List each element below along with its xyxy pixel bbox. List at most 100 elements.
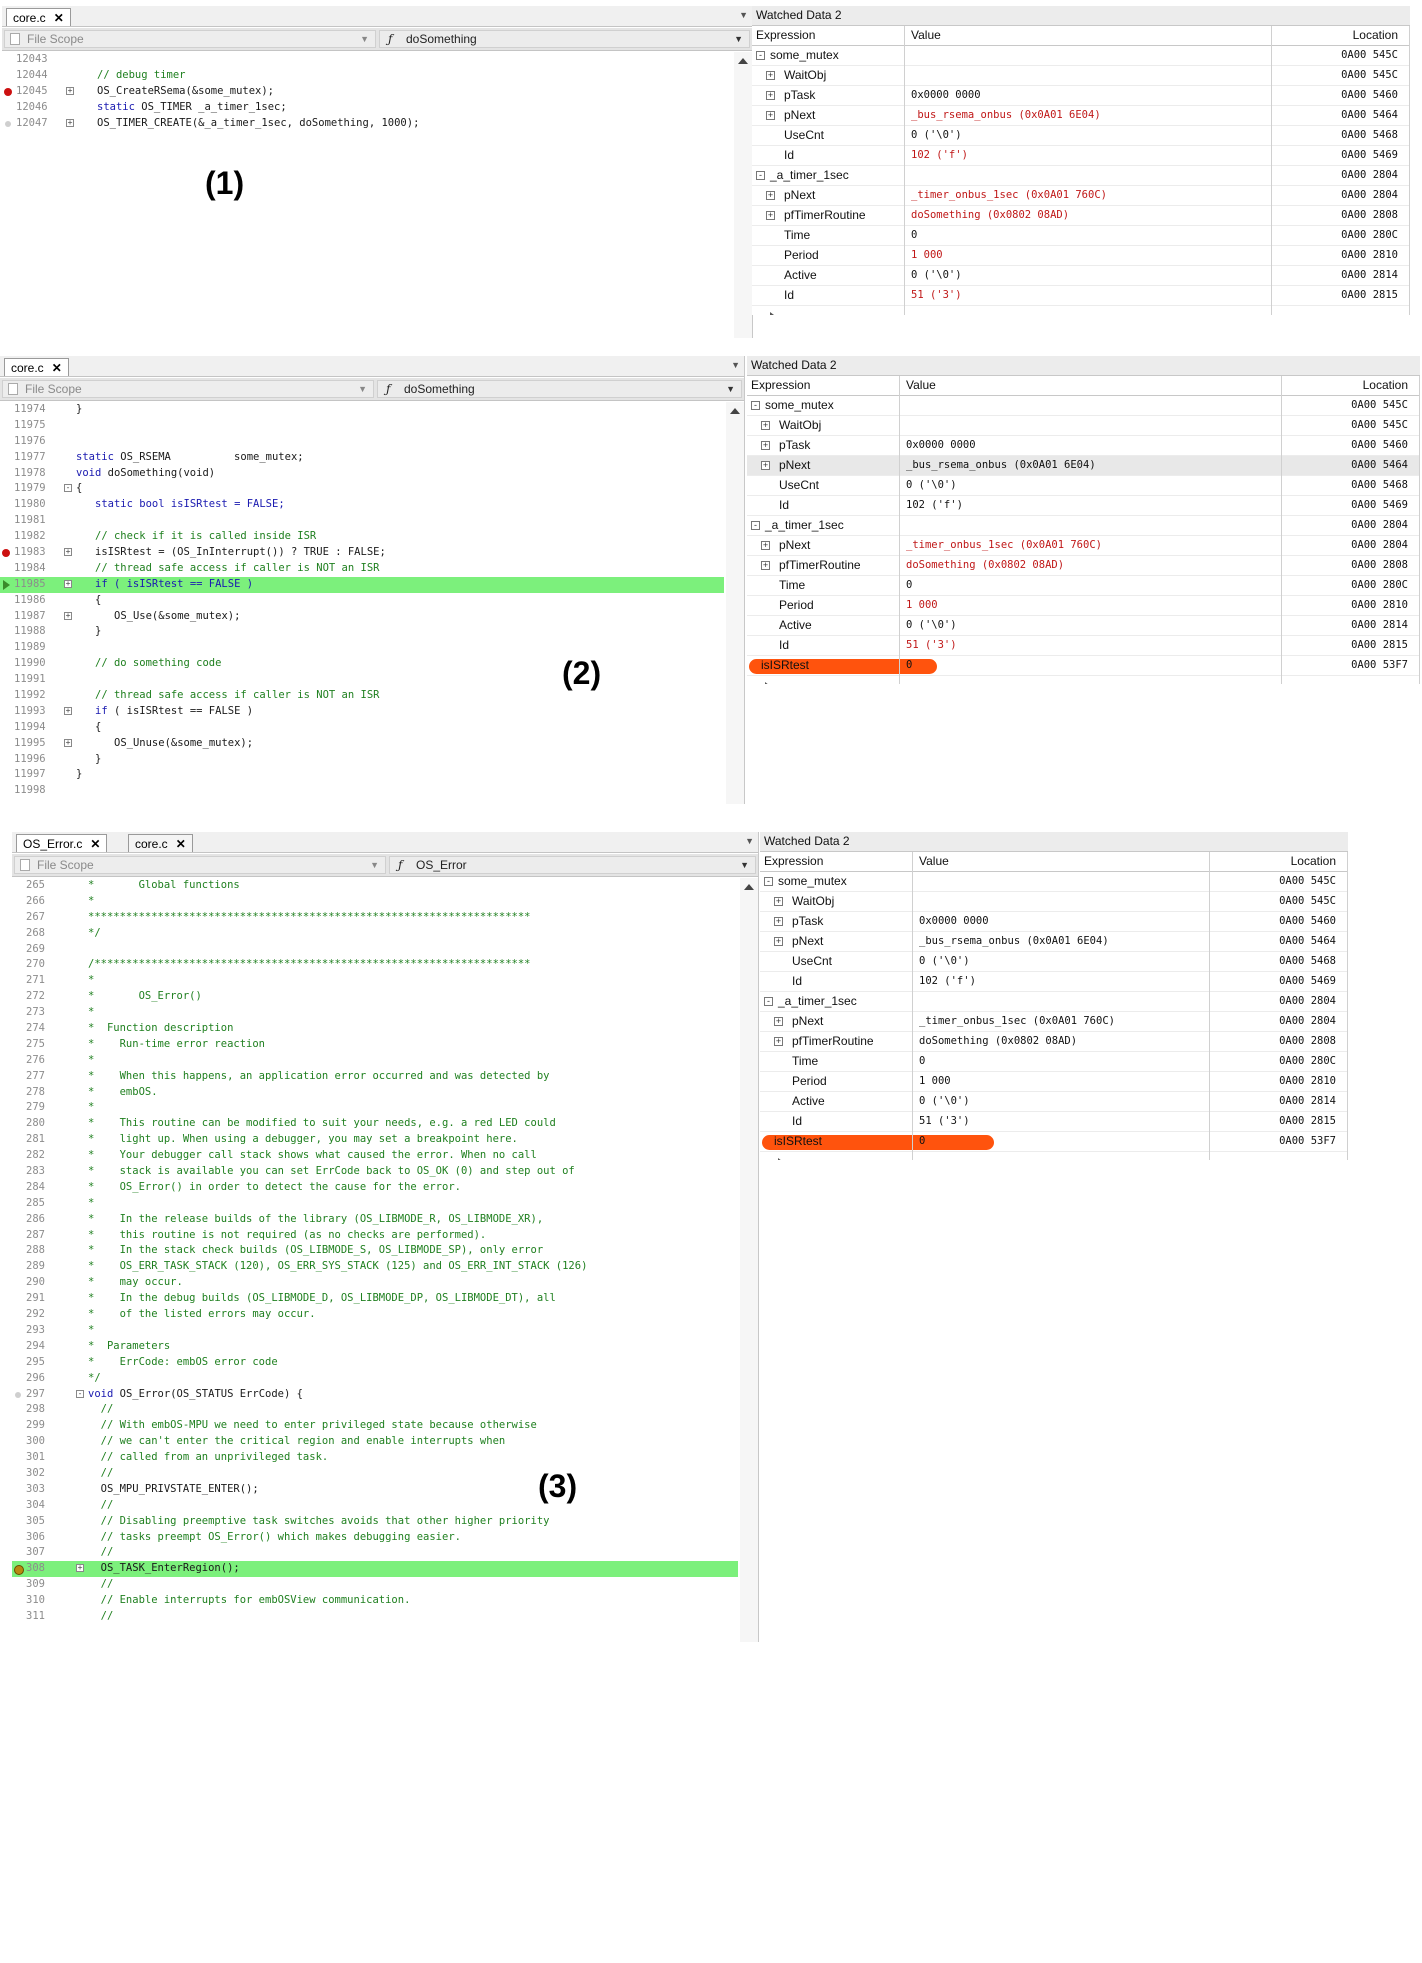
column-divider[interactable] <box>1347 852 1348 1160</box>
value-cell[interactable]: _timer_onbus_1sec (0x0A01 760C) <box>911 186 1186 205</box>
code-editor-2[interactable]: core.c ✕ ▼ File Scope ▼ ƒ doSomething ▼ 11974} 11… <box>0 356 745 804</box>
value-cell[interactable]: 0x0000 0000 <box>911 86 1186 105</box>
watch-row[interactable]: + pfTimerRoutine doSomething (0x0802 08AD)… <box>747 556 1420 576</box>
watch-row[interactable]: - _a_timer_1sec 0A00 2804 <box>760 992 1348 1012</box>
expand-icon[interactable]: + <box>64 579 72 588</box>
value-cell[interactable]: 1 000 <box>911 246 1186 265</box>
watch-row[interactable]: Id 51 ('3') 0A00 2815 <box>747 636 1420 656</box>
value-cell[interactable]: 0 <box>911 226 1186 245</box>
line-marker-icon[interactable] <box>15 1391 21 1398</box>
expand-icon[interactable]: + <box>761 441 770 450</box>
watch-row[interactable]: + pTask 0x0000 0000 0A00 5460 <box>747 436 1420 456</box>
expand-icon[interactable]: + <box>76 1564 84 1573</box>
watch-row[interactable]: - some_mutex 0A00 545C <box>752 46 1410 66</box>
breakpoint-icon[interactable] <box>2 549 10 558</box>
code-editor-1[interactable]: core.c ✕ ▼ File Scope ▼ ƒ doSomething ▼ 12043 120… <box>2 6 753 338</box>
watch-row[interactable]: Time 0 0A00 280C <box>747 576 1420 596</box>
watch-row[interactable]: Id 51 ('3') 0A00 2815 <box>760 1112 1348 1132</box>
value-cell[interactable]: 0 <box>919 1132 1194 1151</box>
expand-icon[interactable]: + <box>766 91 775 100</box>
watch-row[interactable]: Time 0 0A00 280C <box>760 1052 1348 1072</box>
expand-icon[interactable]: + <box>774 1037 783 1046</box>
column-header-location[interactable]: Location <box>1288 376 1408 395</box>
collapse-icon[interactable]: - <box>764 997 773 1006</box>
watch-row[interactable]: Id 102 ('f') 0A00 5469 <box>760 972 1348 992</box>
expand-icon[interactable]: + <box>774 897 783 906</box>
column-divider[interactable] <box>899 376 900 684</box>
expand-icon[interactable]: + <box>64 706 72 715</box>
tab-core-c[interactable]: core.c ✕ <box>128 834 193 852</box>
watch-row[interactable]: Id 102 ('f') 0A00 5469 <box>752 146 1410 166</box>
collapse-icon[interactable]: - <box>751 401 760 410</box>
value-cell[interactable]: 0 ('\0') <box>911 126 1186 145</box>
value-cell[interactable]: 0 ('\0') <box>911 266 1186 285</box>
add-expression-icon[interactable] <box>770 312 774 315</box>
watch-row[interactable]: + WaitObj 0A00 545C <box>747 416 1420 436</box>
watch-row[interactable]: + pNext _bus_rsema_onbus (0x0A01 6E04) 0A00… <box>752 106 1410 126</box>
watch-row[interactable]: + pNext _timer_onbus_1sec (0x0A01 760C) 0A0… <box>760 1012 1348 1032</box>
watch-row[interactable]: isISRtest 0 0A00 53F7 <box>747 656 1420 676</box>
close-icon[interactable]: ✕ <box>90 837 100 851</box>
code-area[interactable]: 12043 12044 // debug timer 12045 + OS_CreateR… <box>2 52 732 338</box>
column-divider[interactable] <box>904 26 905 315</box>
watch-row[interactable]: + pNext _timer_onbus_1sec (0x0A01 760C) 0A0… <box>752 186 1410 206</box>
tab-list-dropdown-icon[interactable]: ▼ <box>731 360 740 370</box>
column-header-value[interactable]: Value <box>906 376 1181 395</box>
watch-row[interactable]: + pNext _bus_rsema_onbus (0x0A01 6E04) 0A00… <box>760 932 1348 952</box>
expand-icon[interactable]: + <box>761 541 770 550</box>
watch-row[interactable]: + pNext _bus_rsema_onbus (0x0A01 6E04) 0A00… <box>747 456 1420 476</box>
file-scope-select[interactable]: File Scope ▼ <box>14 856 386 874</box>
column-header-expression[interactable]: Expression <box>747 376 897 395</box>
watch-add-row[interactable] <box>747 676 1420 684</box>
expand-icon[interactable]: + <box>761 421 770 430</box>
watch-row[interactable]: - some_mutex 0A00 545C <box>747 396 1420 416</box>
function-scope-select[interactable]: ƒ doSomething ▼ <box>379 30 750 48</box>
watch-row[interactable]: isISRtest 0 0A00 53F7 <box>760 1132 1348 1152</box>
value-cell[interactable]: 51 ('3') <box>919 1112 1194 1131</box>
value-cell[interactable]: _bus_rsema_onbus (0x0A01 6E04) <box>911 106 1186 125</box>
value-cell[interactable]: 0 ('\0') <box>919 952 1194 971</box>
watch-row[interactable]: - some_mutex 0A00 545C <box>760 872 1348 892</box>
value-cell[interactable]: _timer_onbus_1sec (0x0A01 760C) <box>906 536 1181 555</box>
watch-row[interactable]: Id 102 ('f') 0A00 5469 <box>747 496 1420 516</box>
expand-icon[interactable]: + <box>761 461 770 470</box>
column-divider[interactable] <box>1271 26 1272 315</box>
file-scope-select[interactable]: File Scope ▼ <box>4 30 376 48</box>
watch-add-row[interactable] <box>752 306 1410 315</box>
breakpoint-icon[interactable] <box>4 87 12 96</box>
value-cell[interactable]: 0 <box>906 576 1181 595</box>
code-area[interactable]: 11974} 11975 11976 11977 static OS_RSEMA som… <box>0 402 724 804</box>
value-cell[interactable]: _timer_onbus_1sec (0x0A01 760C) <box>919 1012 1194 1031</box>
watch-row[interactable]: + pfTimerRoutine doSomething (0x0802 08AD)… <box>760 1032 1348 1052</box>
add-expression-icon[interactable] <box>778 1158 782 1160</box>
scroll-up-icon[interactable] <box>730 408 740 414</box>
value-cell[interactable]: 51 ('3') <box>911 286 1186 305</box>
close-icon[interactable]: ✕ <box>176 837 186 851</box>
current-line-icon[interactable] <box>14 1565 24 1576</box>
value-cell[interactable]: doSomething (0x0802 08AD) <box>906 556 1181 575</box>
current-line-icon[interactable] <box>3 579 10 590</box>
line-marker-icon[interactable] <box>5 120 11 127</box>
expand-icon[interactable]: + <box>774 937 783 946</box>
expand-icon[interactable]: + <box>761 561 770 570</box>
watch-row[interactable]: UseCnt 0 ('\0') 0A00 5468 <box>760 952 1348 972</box>
function-scope-select[interactable]: ƒ doSomething ▼ <box>377 380 742 398</box>
expand-icon[interactable]: + <box>766 71 775 80</box>
close-icon[interactable]: ✕ <box>54 11 64 25</box>
value-cell[interactable]: _bus_rsema_onbus (0x0A01 6E04) <box>919 932 1194 951</box>
expand-icon[interactable]: + <box>766 191 775 200</box>
column-header-value[interactable]: Value <box>911 26 1186 45</box>
watch-row[interactable]: Period 1 000 0A00 2810 <box>760 1072 1348 1092</box>
watch-row[interactable]: Period 1 000 0A00 2810 <box>752 246 1410 266</box>
value-cell[interactable]: 102 ('f') <box>906 496 1181 515</box>
expand-icon[interactable]: + <box>64 611 72 620</box>
tab-list-dropdown-icon[interactable]: ▼ <box>745 836 754 846</box>
watch-add-row[interactable] <box>760 1152 1348 1160</box>
collapse-icon[interactable]: - <box>756 51 765 60</box>
watch-row[interactable]: Active 0 ('\0') 0A00 2814 <box>760 1092 1348 1112</box>
expand-icon[interactable]: + <box>64 738 72 747</box>
value-cell[interactable]: 102 ('f') <box>919 972 1194 991</box>
column-divider[interactable] <box>912 852 913 1160</box>
vertical-scrollbar[interactable] <box>726 402 744 804</box>
value-cell[interactable]: 0 <box>919 1052 1194 1071</box>
